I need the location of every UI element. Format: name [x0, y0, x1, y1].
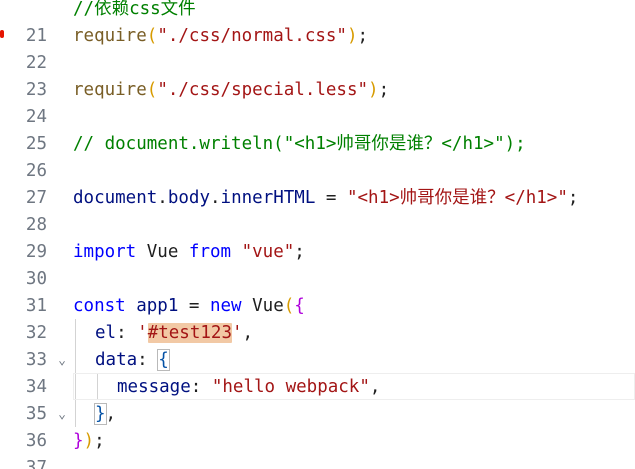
code-line-32[interactable]: 32 ⌄ const app1 = new Vue({ [0, 293, 635, 368]
function-token: require [73, 26, 147, 46]
comment-token: // document.writeln("<h1>帅哥你是谁？</h1>"); [73, 134, 526, 154]
punct-token: , [105, 404, 117, 424]
code-line-36[interactable]: 36 }, [0, 401, 635, 451]
string-token: "hello webpack" [211, 377, 370, 397]
code-line-24[interactable]: 24 require("./css/special.less"); [0, 77, 635, 127]
bracket-token: ) [346, 26, 358, 46]
identifier-token: message [117, 377, 191, 397]
string-token: "vue" [241, 242, 295, 262]
code-line-31[interactable]: 31 [0, 266, 635, 316]
code-text[interactable]: data: { [95, 347, 170, 374]
code-text[interactable]: require("./css/normal.css"); [73, 23, 368, 50]
identifier-token: body [167, 188, 210, 208]
identifier-token: data [95, 350, 138, 370]
code-line-23[interactable]: 23 [0, 50, 635, 100]
identifier-token: innerHTML [220, 188, 316, 208]
bracket-token: { [157, 349, 170, 371]
code-line-22[interactable]: 22 require("./css/normal.css"); [0, 23, 635, 73]
keyword-token: new [209, 296, 242, 316]
code-text[interactable]: const app1 = new Vue({ [73, 293, 305, 320]
punct-token: ; [378, 80, 390, 100]
bracket-token: ) [368, 80, 379, 100]
punct-token: ; [567, 188, 579, 208]
code-text[interactable]: // document.writeln("<h1>帅哥你是谁？</h1>"); [73, 131, 526, 158]
punct-token: = [315, 188, 347, 208]
string-token: ' [232, 323, 243, 343]
bracket-token: ( [146, 80, 158, 100]
function-token: require [73, 80, 147, 100]
code-line-35[interactable]: 35 message: "hello webpack", [0, 374, 635, 424]
identifier-token: Vue [136, 242, 189, 262]
code-text[interactable]: document.body.innerHTML = "<h1>帅哥你是谁？</h… [73, 185, 578, 212]
string-token: "./css/normal.css" [157, 26, 347, 46]
identifier-token: document [73, 188, 158, 208]
punct-token: . [157, 188, 168, 208]
comment-token: //依赖css文件 [73, 0, 196, 19]
code-line-34[interactable]: 34 ⌄ data: { [0, 347, 635, 422]
code-text[interactable]: }, [94, 401, 117, 428]
bracket-token: } [73, 431, 84, 451]
code-line-28[interactable]: 28 document.body.innerHTML = "<h1>帅哥你是谁？… [0, 185, 635, 235]
string-token: ' [137, 323, 148, 343]
punct-token: , [369, 377, 381, 397]
punct-token: . [210, 188, 221, 208]
punct-token: ; [94, 431, 105, 451]
punct-token: , [242, 323, 254, 343]
highlighted-word: #test123 [147, 323, 232, 343]
code-text[interactable]: }); [73, 428, 105, 455]
line-number: 37 [25, 458, 47, 469]
identifier-token: app1 [125, 296, 189, 316]
string-token: "<h1>帅哥你是谁？</h1>" [346, 188, 568, 208]
code-text[interactable]: //依赖css文件 [73, 0, 196, 23]
punct-token: = [188, 296, 210, 316]
code-line-33[interactable]: 33 el: '#test123', [0, 320, 635, 370]
punct-token: : [137, 350, 159, 370]
code-line-29[interactable]: 29 [0, 212, 635, 262]
code-line-21[interactable]: 21 //依赖css文件 [0, 0, 635, 46]
code-editor[interactable]: 21 //依赖css文件 22 require("./css/normal.cs… [0, 0, 635, 469]
code-line-26[interactable]: 26 // document.writeln("<h1>帅哥你是谁？</h1>"… [0, 131, 635, 181]
bracket-token: ( [283, 296, 295, 316]
keyword-token: from [188, 242, 232, 262]
code-text[interactable]: el: '#test123', [95, 320, 253, 347]
code-text[interactable]: import Vue from "vue"; [73, 239, 305, 266]
keyword-token: const [73, 296, 126, 316]
bracket-token: { [294, 296, 305, 316]
code-line-30[interactable]: 30 import Vue from "vue"; [0, 239, 635, 289]
bracket-token: ) [83, 431, 95, 451]
punct-token: : [116, 323, 138, 343]
code-text[interactable]: message: "hello webpack", [117, 374, 380, 401]
punct-token: ; [294, 242, 305, 262]
punct-token: : [190, 377, 212, 397]
bracket-token: ( [146, 26, 158, 46]
code-line-37[interactable]: 37 }); [0, 428, 635, 469]
bracket-token: } [94, 403, 107, 425]
identifier-token: Vue [241, 296, 284, 316]
code-line-25[interactable]: 25 [0, 104, 635, 154]
code-text[interactable]: require("./css/special.less"); [73, 77, 389, 104]
identifier-token: el [95, 323, 117, 343]
string-token: "./css/special.less" [157, 80, 369, 100]
punct-token: ; [357, 26, 369, 46]
keyword-token: import [73, 242, 137, 262]
code-line-27[interactable]: 27 [0, 158, 635, 208]
